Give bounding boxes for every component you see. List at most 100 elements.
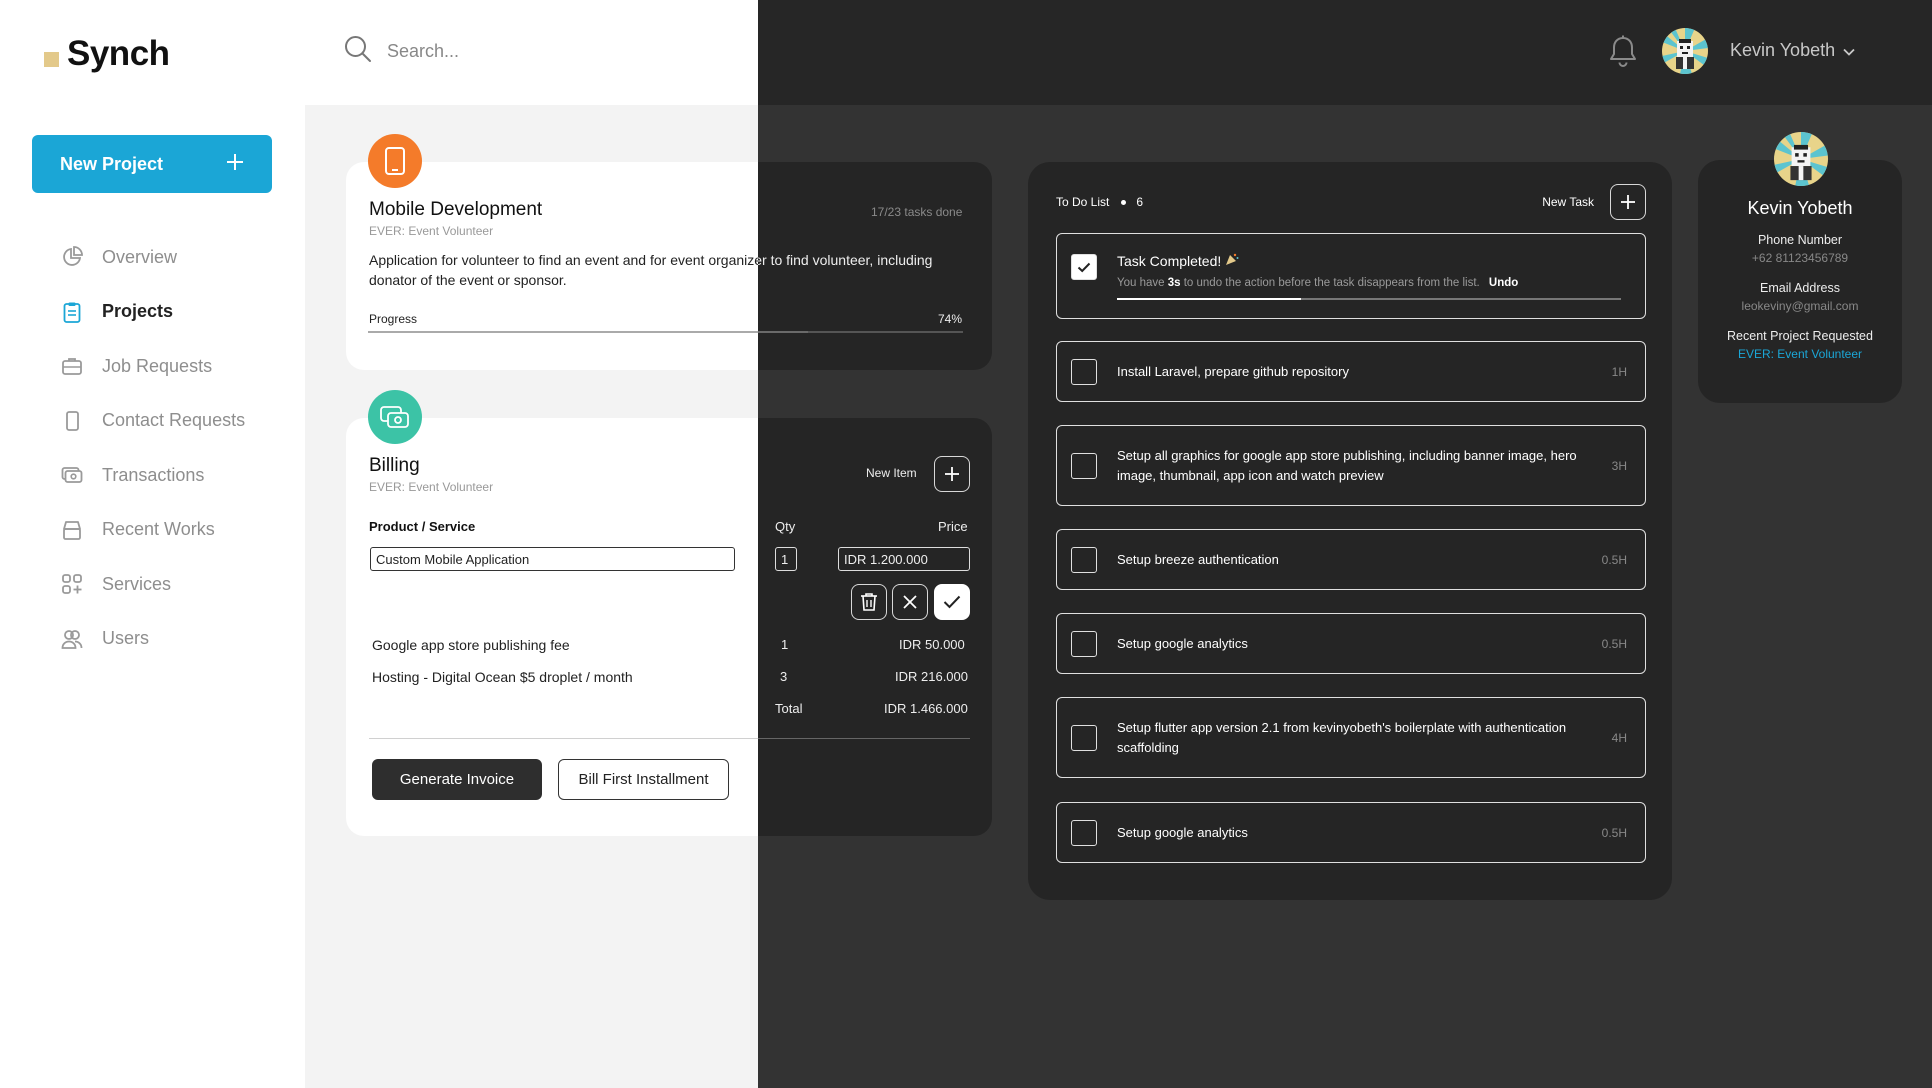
progress-fill-dark (758, 331, 808, 333)
col-price: Price (938, 519, 968, 534)
new-item-button[interactable] (934, 456, 970, 492)
task-text: Setup breeze authentication (1117, 551, 1279, 567)
completed-countdown: 3s (1167, 277, 1181, 289)
billing-icon (368, 390, 422, 444)
billing-title: Billing (369, 455, 420, 476)
notification-bell-icon[interactable] (1606, 34, 1640, 75)
progress-bar (368, 331, 963, 333)
sidebar-item-label: Services (102, 573, 172, 594)
table-row-price: IDR 216.000 (895, 669, 968, 684)
project-icon (368, 134, 422, 188)
plus-icon (226, 153, 244, 176)
task-item[interactable]: Setup google analytics 0.5H (1056, 613, 1646, 674)
logo-mark-icon (44, 51, 59, 67)
task-duration: 1H (1611, 364, 1627, 379)
progress-value: 74% (938, 312, 963, 326)
sidebar-item-overview[interactable]: Overview (60, 230, 290, 285)
plus-icon (945, 467, 959, 481)
table-row-name: Hosting - Digital Ocean $5 droplet / mon… (372, 669, 633, 685)
completed-msg-post: to undo the action before the task disap… (1180, 277, 1480, 289)
search-input[interactable] (387, 41, 687, 62)
undo-timer-bar (1117, 298, 1621, 300)
logo[interactable]: Synch (44, 34, 170, 74)
user-avatar[interactable] (1662, 28, 1708, 74)
task-checkbox[interactable] (1071, 724, 1097, 751)
new-project-button[interactable]: New Project (32, 135, 272, 193)
recent-project-link[interactable]: EVER: Event Volunteer (1698, 347, 1902, 361)
undo-link[interactable]: Undo (1489, 277, 1518, 289)
sidebar-item-transactions[interactable]: Transactions (60, 448, 290, 503)
task-completed-toast: Task Completed! You have 3s to undo the … (1056, 233, 1646, 319)
close-icon (903, 595, 917, 609)
grid-plus-icon (60, 572, 84, 596)
sidebar-item-projects[interactable]: Projects (60, 285, 290, 340)
task-item[interactable]: Setup breeze authentication 0.5H (1056, 529, 1646, 590)
task-text: Install Laravel, prepare github reposito… (1117, 363, 1349, 379)
delete-item-button[interactable] (851, 584, 887, 620)
sidebar-item-users[interactable]: Users (60, 612, 290, 667)
phone-label: Phone Number (1757, 233, 1843, 247)
progress-fill-light (368, 331, 758, 333)
task-item[interactable]: Setup google analytics 0.5H (1056, 802, 1646, 863)
new-project-label: New Project (60, 153, 164, 174)
product-input[interactable] (370, 547, 735, 571)
task-duration: 3H (1611, 458, 1627, 473)
users-icon (60, 627, 84, 651)
mobile-phone-icon (385, 147, 405, 175)
recent-project-label: Recent Project Requested (1727, 329, 1873, 343)
todo-header: To Do List 6 New Task (1056, 184, 1646, 220)
task-checkbox-checked[interactable] (1071, 254, 1097, 280)
briefcase-icon (60, 354, 84, 378)
search-icon (343, 34, 373, 69)
task-checkbox[interactable] (1071, 452, 1097, 479)
divider (758, 738, 970, 739)
sidebar-item-recent-works[interactable]: Recent Works (60, 503, 290, 558)
task-checkbox[interactable] (1071, 819, 1097, 846)
col-product: Product / Service (369, 519, 476, 534)
total-value: IDR 1.466.000 (884, 701, 968, 716)
undo-timer-fill (1117, 298, 1301, 300)
task-duration: 0.5H (1601, 825, 1627, 840)
search-bar[interactable] (343, 34, 743, 69)
price-input[interactable] (838, 547, 970, 571)
project-description: Application for volunteer to find an eve… (369, 250, 949, 290)
generate-invoice-button[interactable]: Generate Invoice (372, 759, 542, 800)
task-text: Setup google analytics (1117, 824, 1248, 840)
pie-chart-icon (60, 245, 84, 269)
total-label: Total (775, 701, 803, 716)
task-item[interactable]: Install Laravel, prepare github reposito… (1056, 341, 1646, 402)
confirm-edit-button[interactable] (934, 584, 970, 620)
qty-input[interactable] (775, 547, 797, 571)
completed-title: Task Completed! (1117, 253, 1222, 269)
new-task-button[interactable] (1610, 184, 1646, 220)
money-icon (60, 463, 84, 487)
cancel-edit-button[interactable] (892, 584, 928, 620)
check-icon (1077, 262, 1091, 272)
user-name: Kevin Yobeth (1730, 40, 1836, 60)
task-checkbox[interactable] (1071, 358, 1097, 385)
chevron-down-icon (1843, 40, 1855, 61)
bill-first-installment-button[interactable]: Bill First Installment (558, 759, 729, 800)
task-checkbox[interactable] (1071, 630, 1097, 657)
task-item[interactable]: Setup all graphics for google app store … (1056, 425, 1646, 506)
profile-name: Kevin Yobeth (1747, 198, 1853, 218)
dot-icon (1121, 199, 1127, 205)
table-row-name: Google app store publishing fee (372, 637, 570, 653)
table-row-price: IDR 50.000 (899, 637, 965, 652)
todo-count: 6 (1136, 195, 1144, 209)
profile-avatar (1774, 132, 1828, 186)
new-item-label: New Item (866, 466, 917, 480)
sidebar-item-contact-requests[interactable]: Contact Requests (60, 394, 290, 449)
task-checkbox[interactable] (1071, 546, 1097, 573)
sidebar-item-label: Contact Requests (102, 410, 246, 431)
sidebar-item-job-requests[interactable]: Job Requests (60, 339, 290, 394)
project-title: Mobile Development (369, 199, 543, 220)
new-task-label: New Task (1542, 195, 1594, 209)
sidebar-item-services[interactable]: Services (60, 557, 290, 612)
user-menu[interactable]: Kevin Yobeth (1730, 40, 1855, 61)
email-label: Email Address (1760, 281, 1840, 295)
email-value: leokeviny@gmail.com (1741, 299, 1859, 313)
archive-icon (60, 518, 84, 542)
task-text: Setup google analytics (1117, 635, 1248, 651)
task-item[interactable]: Setup flutter app version 2.1 from kevin… (1056, 697, 1646, 778)
